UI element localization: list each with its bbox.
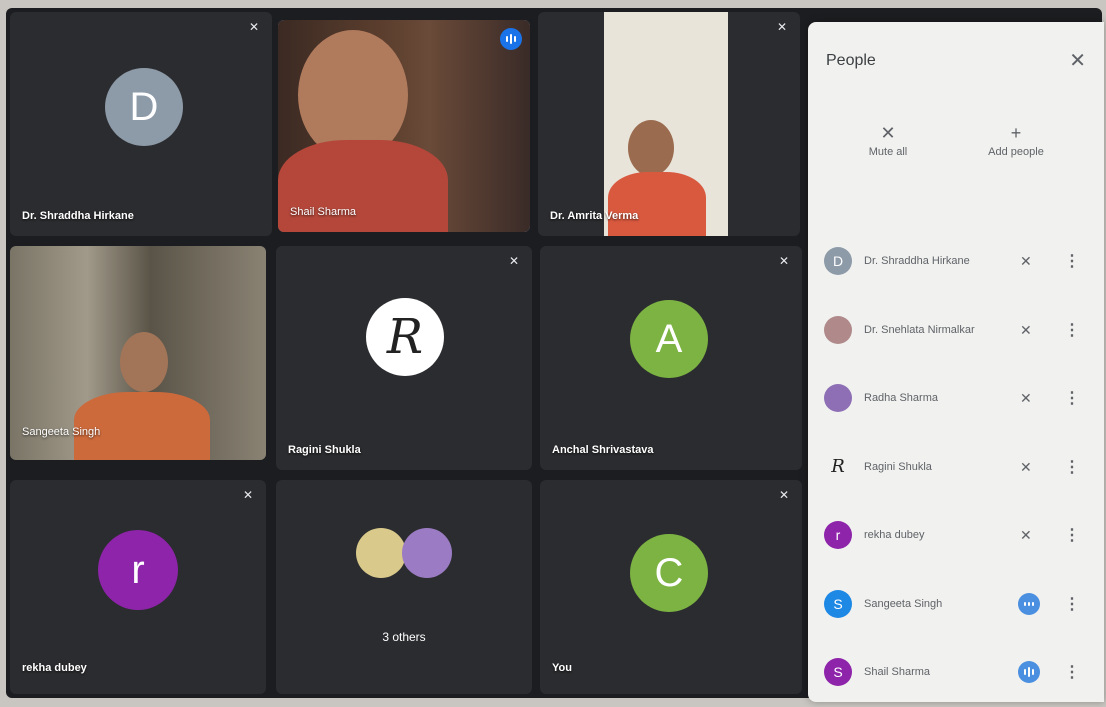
- list-item[interactable]: R Ragini Shukla ✕ ⋮: [808, 433, 1104, 502]
- tile-sangeeta[interactable]: Sangeeta Singh: [10, 246, 266, 460]
- avatar: r: [98, 530, 178, 610]
- more-vert-icon[interactable]: ⋮: [1064, 251, 1080, 271]
- mic-off-icon: ✕: [778, 488, 790, 502]
- avatar: R: [824, 452, 852, 481]
- mic-off-icon[interactable]: ✕: [1020, 390, 1032, 407]
- participant-name: Dr. Amrita Verma: [550, 210, 639, 222]
- person-silhouette: [120, 332, 168, 392]
- speaking-icon: [1018, 592, 1040, 615]
- mic-off-icon: ✕: [776, 20, 788, 34]
- more-vert-icon[interactable]: ⋮: [1064, 662, 1080, 682]
- person-name: Dr. Shraddha Hirkane: [864, 255, 970, 267]
- people-panel: People ✕ ✕ Mute all + Add people D Dr. S…: [808, 22, 1104, 702]
- avatar: D: [105, 68, 183, 146]
- tile-ragini[interactable]: ✕ R Ragini Shukla: [276, 246, 532, 470]
- mic-off-icon[interactable]: ✕: [1020, 322, 1032, 339]
- mute-all-button[interactable]: ✕ Mute all: [838, 120, 938, 158]
- mic-off-icon: ✕: [242, 488, 254, 502]
- speaking-icon: [500, 28, 522, 50]
- list-item[interactable]: r rekha dubey ✕ ⋮: [808, 501, 1104, 570]
- avatar: S: [824, 658, 852, 686]
- mic-off-icon[interactable]: ✕: [1020, 527, 1032, 544]
- participant-name: You: [552, 662, 572, 674]
- list-item[interactable]: D Dr. Shraddha Hirkane ✕ ⋮: [808, 227, 1104, 296]
- tile-shraddha[interactable]: ✕ D Dr. Shraddha Hirkane: [10, 12, 272, 236]
- person-name: Radha Sharma: [864, 392, 938, 404]
- mic-off-icon: ✕: [778, 254, 790, 268]
- avatar: [402, 528, 452, 578]
- tile-others[interactable]: 3 others: [276, 480, 532, 694]
- participant-name: Dr. Shraddha Hirkane: [22, 210, 134, 222]
- list-item[interactable]: Dr. Snehlata Nirmalkar ✕ ⋮: [808, 296, 1104, 365]
- list-item[interactable]: S Sangeeta Singh ⋮: [808, 570, 1104, 639]
- people-list: D Dr. Shraddha Hirkane ✕ ⋮ Dr. Snehlata …: [808, 227, 1104, 707]
- avatar: r: [824, 521, 852, 549]
- participant-name: Anchal Shrivastava: [552, 444, 654, 456]
- speaking-icon: [1018, 661, 1040, 683]
- participant-name: Ragini Shukla: [288, 444, 361, 456]
- ragini-logo: R: [366, 298, 444, 376]
- mic-off-icon: ✕: [880, 123, 896, 143]
- participant-name: Sangeeta Singh: [22, 426, 101, 438]
- others-count: 3 others: [382, 630, 426, 644]
- add-person-icon: +: [1010, 123, 1022, 143]
- avatar: [356, 528, 406, 578]
- tile-you[interactable]: ✕ C You: [540, 480, 802, 694]
- mute-all-label: Mute all: [868, 146, 908, 158]
- more-vert-icon[interactable]: ⋮: [1064, 388, 1080, 408]
- mic-off-icon: ✕: [248, 20, 260, 34]
- person-name: rekha dubey: [864, 529, 925, 541]
- person-body: [608, 172, 706, 236]
- person-name: Sangeeta Singh: [864, 597, 943, 610]
- more-vert-icon[interactable]: ⋮: [1064, 320, 1080, 340]
- person-name: Shail Sharma: [864, 666, 931, 678]
- close-icon[interactable]: ✕: [1069, 48, 1086, 73]
- more-vert-icon[interactable]: ⋮: [1064, 457, 1080, 477]
- add-people-label: Add people: [988, 146, 1044, 158]
- person-name: Ragini Shukla: [864, 460, 932, 473]
- list-item[interactable]: S Shail Sharma ⋮: [808, 638, 1104, 707]
- tile-anchal[interactable]: ✕ A Anchal Shrivastava: [540, 246, 802, 470]
- avatar: D: [824, 247, 852, 275]
- tile-amrita[interactable]: ✕ Dr. Amrita Verma: [538, 12, 800, 236]
- more-vert-icon[interactable]: ⋮: [1064, 525, 1080, 545]
- avatar: [824, 315, 852, 344]
- avatar: [824, 384, 852, 412]
- mic-off-icon: ✕: [508, 254, 520, 268]
- person-name: Dr. Snehlata Nirmalkar: [864, 323, 975, 336]
- mic-off-icon[interactable]: ✕: [1020, 253, 1032, 270]
- tile-shail[interactable]: Shail Sharma: [278, 20, 530, 232]
- mic-off-icon[interactable]: ✕: [1020, 459, 1032, 476]
- add-people-button[interactable]: + Add people: [966, 120, 1066, 158]
- list-item[interactable]: Radha Sharma ✕ ⋮: [808, 364, 1104, 433]
- avatar: C: [630, 534, 708, 612]
- person-silhouette: [628, 120, 674, 176]
- person-body: [278, 140, 448, 232]
- panel-title: People: [826, 52, 876, 69]
- avatar: A: [630, 300, 708, 378]
- tile-rekha[interactable]: ✕ r rekha dubey: [10, 480, 266, 694]
- participant-name: Shail Sharma: [290, 206, 357, 218]
- participant-name: rekha dubey: [22, 662, 87, 674]
- more-vert-icon[interactable]: ⋮: [1064, 594, 1080, 614]
- avatar: S: [824, 589, 852, 618]
